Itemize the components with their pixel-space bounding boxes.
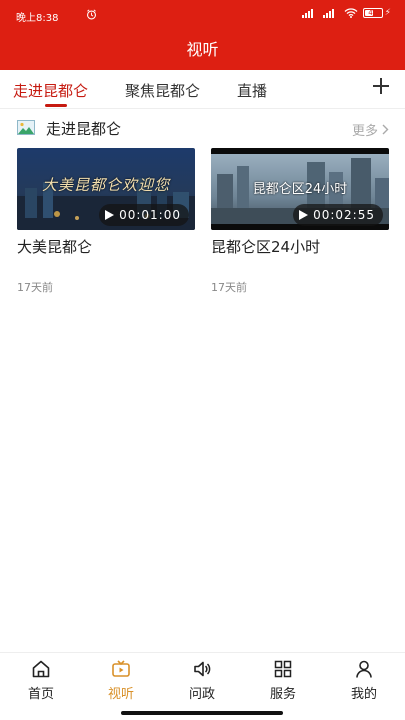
video-thumbnail[interactable]: 昆都仑区24小时 00:02:55 [211,148,389,230]
chevron-right-icon [382,124,389,135]
nav-label: 我的 [350,687,377,702]
tab-zhibo[interactable]: 直播 [237,80,267,101]
signal-icon [301,9,313,18]
duration-text: 00:01:00 [119,208,181,222]
battery-icon: 49 ⚡ [362,8,391,18]
grid-icon [274,660,292,678]
thumbnail-caption: 昆都仑区24小时 [252,182,348,197]
nav-wenzheng[interactable]: 问政 [174,659,230,702]
charging-icon: ⚡ [384,8,391,18]
speaker-icon [194,661,211,677]
status-time: 晚上8:38 [16,13,59,24]
video-card[interactable]: 昆都仑区24小时 00:02:55 昆都仑区24小时 17天前 [211,148,389,295]
video-thumbnail[interactable]: 大美昆都仑欢迎您 00:01:00 [17,148,195,230]
tab-bar: 走进昆都仑 聚焦昆都仑 直播 [0,70,405,108]
section-title: 走进昆都仑 [46,120,122,138]
nav-service[interactable]: 服务 [255,659,311,702]
wifi-icon [344,8,358,18]
nav-label: 服务 [269,687,296,702]
nav-label: 问政 [188,687,215,702]
nav-home[interactable]: 首页 [13,659,69,702]
tab-zoujin[interactable]: 走进昆都仑 [13,80,88,101]
home-icon [32,660,50,678]
nav-mine[interactable]: 我的 [336,659,392,702]
alarm-icon [87,9,96,20]
duration-badge: 00:02:55 [293,204,383,226]
app-screen: 晚上8:38 49 ⚡ 视听 走进昆都仑 聚焦昆都仑 直播 走进昆都仑 更多 大… [0,0,405,720]
divider [0,108,405,109]
duration-badge: 00:01:00 [99,204,189,226]
signal-icon [322,9,334,18]
top-bar: 晚上8:38 49 ⚡ 视听 [0,0,405,70]
video-card[interactable]: 大美昆都仑欢迎您 00:01:00 大美昆都仑 17天前 [17,148,195,295]
play-icon [299,210,309,220]
thumbnail-caption: 大美昆都仑欢迎您 [41,176,170,194]
battery-level: 49 [368,9,378,17]
nav-video[interactable]: 视听 [93,659,149,702]
status-bar: 晚上8:38 49 ⚡ [0,0,405,28]
duration-text: 00:02:55 [313,208,375,222]
nav-label: 首页 [27,687,54,702]
status-icons: 49 ⚡ [301,8,391,18]
play-icon [105,210,115,220]
user-icon [356,660,372,678]
video-time: 17天前 [17,281,53,294]
image-icon [17,120,35,135]
more-link[interactable]: 更多 [352,120,389,139]
home-indicator[interactable] [121,711,283,715]
tab-jujiao[interactable]: 聚焦昆都仑 [125,80,200,101]
more-label: 更多 [351,124,378,139]
page-title: 视听 [186,40,219,59]
video-title[interactable]: 大美昆都仑 [17,236,195,257]
nav-label: 视听 [107,687,134,702]
active-tab-indicator [45,104,67,107]
add-channel-icon[interactable] [371,76,391,96]
video-title[interactable]: 昆都仑区24小时 [211,236,389,257]
section-header: 走进昆都仑 更多 [0,116,405,140]
video-time: 17天前 [211,281,247,294]
bottom-nav: 首页 视听 问政 服务 我的 [0,652,405,720]
video-tv-icon [112,660,130,677]
